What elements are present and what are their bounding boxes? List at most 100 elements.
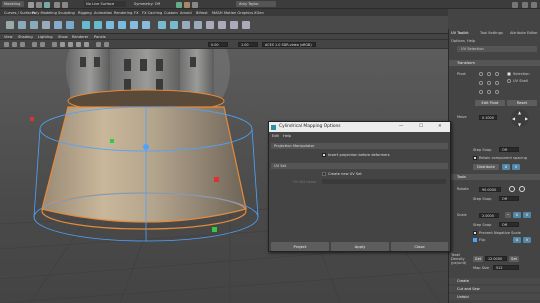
redo-icon[interactable] — [62, 1, 68, 8]
gamma-field[interactable]: 1.00 — [238, 42, 258, 47]
shelf-tab-animation[interactable]: Animation — [94, 11, 112, 15]
shelf-tab-mash[interactable]: MASH — [212, 11, 223, 15]
scale-snap-field[interactable]: Off — [499, 222, 519, 227]
tab-uv-toolkit[interactable]: UV Toolkit — [451, 31, 469, 35]
pivot-selection-radio[interactable] — [507, 72, 511, 76]
uv-set-section[interactable]: UV Set — [271, 163, 448, 169]
spherical-map-icon[interactable] — [242, 21, 250, 29]
map-size-field[interactable]: 512 — [493, 265, 519, 270]
uv-editor-icon[interactable] — [206, 21, 214, 29]
tab-attribute-editor[interactable]: Attribute Editor — [510, 31, 538, 35]
textured-icon[interactable] — [68, 41, 73, 47]
scale-down-icon[interactable]: − — [505, 212, 511, 218]
pivot-uv-shell-radio[interactable] — [507, 79, 511, 83]
insert-projection-checkbox[interactable] — [322, 153, 326, 157]
polygon-sphere-icon[interactable] — [6, 21, 14, 29]
rotate-cw-icon[interactable] — [519, 186, 525, 192]
smooth-icon[interactable] — [182, 21, 190, 29]
viewport-menu-show[interactable]: Show — [58, 35, 68, 39]
scale-value-field[interactable]: 2.0000 — [479, 213, 499, 218]
prevent-negative-checkbox[interactable] — [473, 231, 477, 235]
wireframe-icon[interactable] — [52, 41, 57, 47]
grid-toggle-icon[interactable] — [32, 41, 37, 47]
dialog-menu-help[interactable]: Help — [283, 134, 291, 138]
shelf-tab-bifrost[interactable]: Bifrost — [196, 11, 208, 15]
panel-menu-help[interactable]: Help — [467, 39, 475, 43]
tab-tool-settings[interactable]: Tool Settings — [480, 31, 503, 35]
flip-u-button[interactable]: U — [513, 237, 521, 243]
panel-layout-icon[interactable] — [522, 1, 528, 8]
shelf-tab-curves[interactable]: Curves / Surfaces — [4, 11, 36, 15]
move-up-icon[interactable]: ▲ — [518, 110, 521, 115]
polygon-cylinder-icon[interactable] — [30, 21, 38, 29]
viewport-menu-view[interactable]: View — [4, 35, 13, 39]
rotate-ccw-icon[interactable] — [509, 186, 515, 192]
move-snap-field[interactable]: Off — [499, 147, 519, 152]
retain-spacing-checkbox[interactable] — [473, 156, 477, 160]
polygon-cube-icon[interactable] — [18, 21, 26, 29]
shelf-tab-poly[interactable]: Poly Modeling — [32, 11, 57, 15]
render-settings-icon[interactable] — [192, 1, 198, 8]
separate-icon[interactable] — [94, 21, 102, 29]
create-uvset-checkbox[interactable] — [322, 172, 326, 176]
project-button[interactable]: Project — [271, 242, 329, 251]
shelf-tab-custom[interactable]: Custom — [164, 11, 178, 15]
shelf-tab-rigging[interactable]: Rigging — [78, 11, 92, 15]
toolbar-toggle-icon[interactable] — [512, 1, 518, 8]
film-gate-icon[interactable] — [40, 41, 45, 47]
multi-cut-icon[interactable] — [158, 21, 166, 29]
rotate-value-field[interactable]: 90.0000 — [479, 187, 501, 192]
close-icon[interactable]: ✕ — [438, 122, 442, 132]
lighting-icon[interactable] — [76, 41, 81, 47]
bevel-icon[interactable] — [130, 21, 138, 29]
pivot-radio-tr[interactable] — [495, 72, 499, 76]
pivot-radio-mc[interactable] — [487, 81, 491, 85]
unfold-section-header[interactable]: Unfold — [449, 294, 540, 300]
create-section-header[interactable]: Create — [449, 278, 540, 284]
dialog-menu-edit[interactable]: Edit — [272, 134, 279, 138]
texel-value-field[interactable]: 12.0000 — [485, 256, 507, 261]
shelf-tab-sculpting[interactable]: Sculpting — [58, 11, 75, 15]
shelf-tab-fx-caching[interactable]: FX Caching — [142, 11, 162, 15]
move-right-icon[interactable]: ▶ — [525, 116, 528, 121]
bookmark-icon[interactable] — [20, 41, 25, 47]
pivot-radio-tc[interactable] — [487, 72, 491, 76]
camera-select-icon[interactable] — [4, 41, 9, 47]
pivot-radio-bc[interactable] — [487, 90, 491, 94]
panel-menu-options[interactable]: Options — [451, 39, 465, 43]
pivot-radio-tl[interactable] — [479, 72, 483, 76]
undo-icon[interactable] — [54, 1, 60, 8]
texel-set-button[interactable]: Set — [509, 256, 519, 262]
pivot-radio-br[interactable] — [495, 90, 499, 94]
tools-section-header[interactable]: Tools — [449, 174, 540, 180]
transform-section-header[interactable]: Transform — [449, 60, 540, 66]
mode-menu[interactable]: Modeling — [2, 1, 24, 7]
polygon-plane-icon[interactable] — [66, 21, 74, 29]
planar-map-icon[interactable] — [218, 21, 226, 29]
move-left-icon[interactable]: ◀ — [512, 116, 515, 121]
combine-icon[interactable] — [82, 21, 90, 29]
polygon-cone-icon[interactable] — [42, 21, 50, 29]
viewport-menu-shading[interactable]: Shading — [18, 35, 33, 39]
texel-get-button[interactable]: Get — [473, 256, 483, 262]
ipr-render-icon[interactable] — [184, 1, 190, 8]
live-surface-field[interactable]: No Live Surface — [84, 1, 126, 7]
distribute-u-button[interactable]: U — [502, 164, 510, 170]
symmetry-field[interactable]: Symmetry: Off — [132, 1, 166, 7]
bridge-edge-icon[interactable] — [142, 21, 150, 29]
minimize-icon[interactable]: — — [399, 122, 403, 132]
smooth-shade-icon[interactable] — [60, 41, 65, 47]
shelf-tab-rendering[interactable]: Rendering — [114, 11, 132, 15]
reset-pivot-button[interactable]: Reset — [507, 100, 537, 106]
pivot-radio-bl[interactable] — [479, 90, 483, 94]
rotate-snap-field[interactable]: Off — [499, 196, 519, 201]
shelf-tab-fx[interactable]: FX — [134, 11, 139, 15]
exposure-field[interactable]: 0.00 — [208, 42, 228, 47]
viewport-menu-lighting[interactable]: Lighting — [38, 35, 53, 39]
move-value-field[interactable]: 0.1000 — [479, 115, 497, 120]
cylindrical-map-icon[interactable] — [230, 21, 238, 29]
shelf-tab-xgen[interactable]: XGen — [254, 11, 264, 15]
polygon-torus-icon[interactable] — [54, 21, 62, 29]
render-icon[interactable] — [176, 1, 182, 8]
target-weld-icon[interactable] — [170, 21, 178, 29]
